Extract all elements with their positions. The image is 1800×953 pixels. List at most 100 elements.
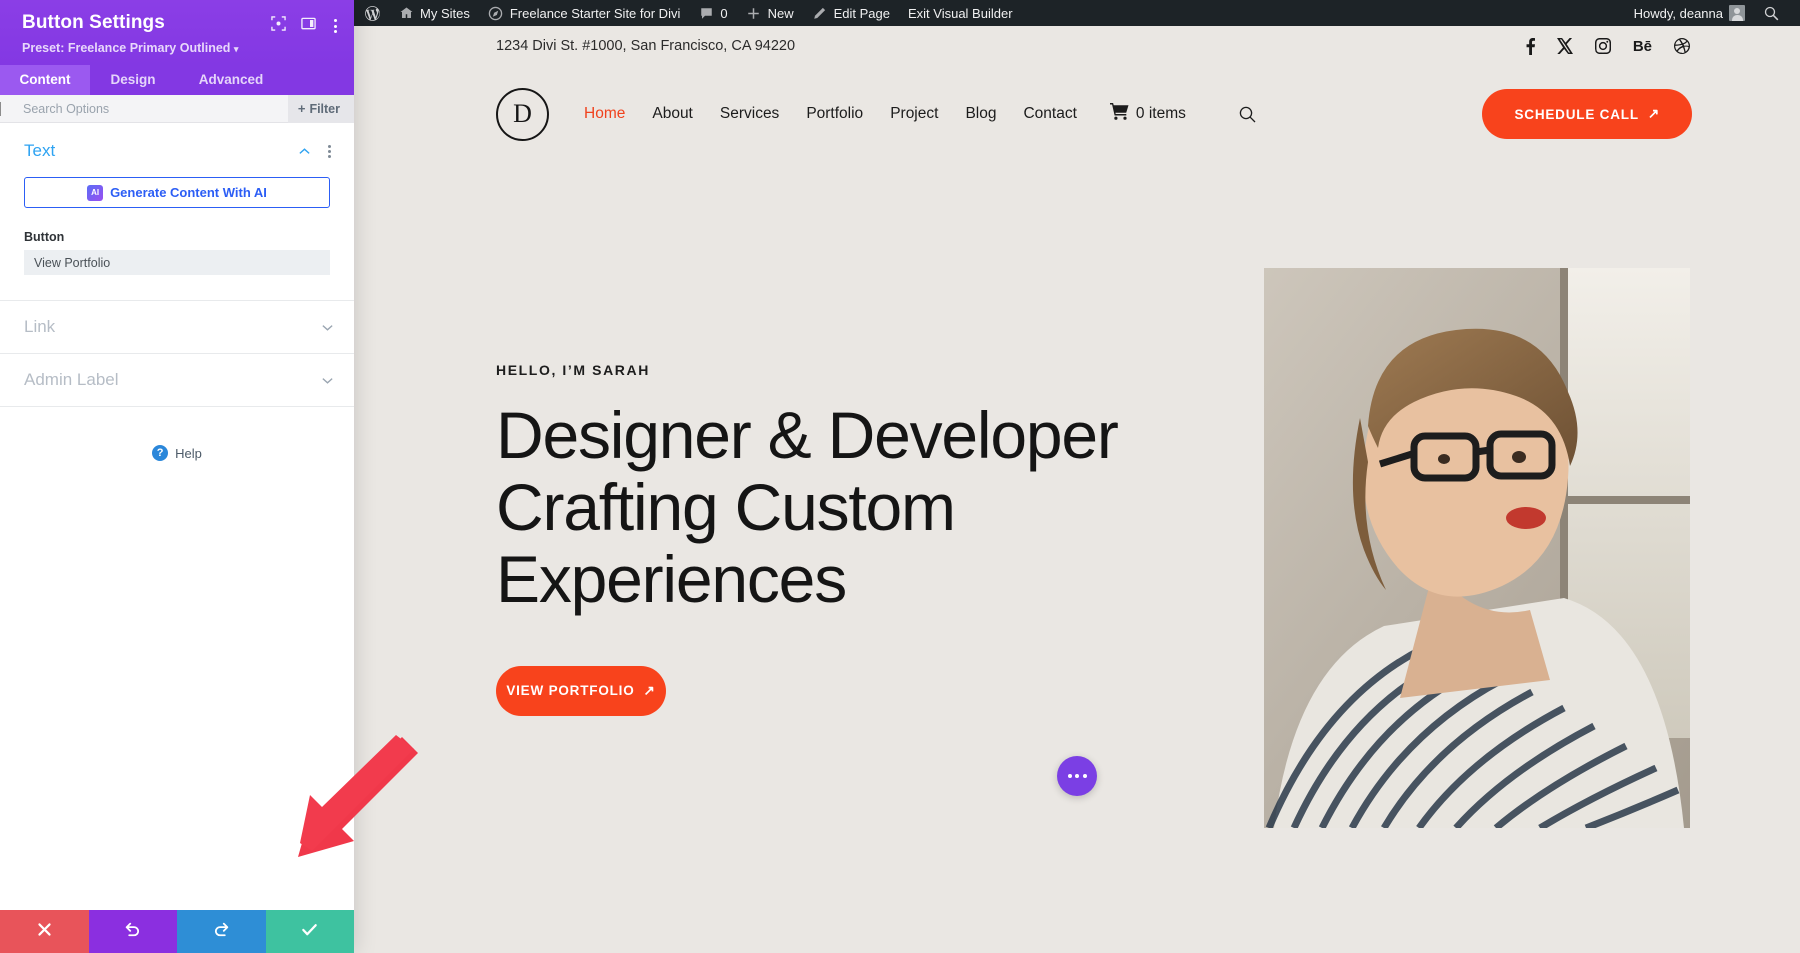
nav-item-contact[interactable]: Contact — [1023, 105, 1076, 123]
comment-icon — [698, 5, 714, 21]
dot — [1075, 774, 1079, 778]
panel-body: Text AI Generate Content With AI Button … — [0, 123, 354, 910]
page-settings-fab[interactable] — [1057, 756, 1097, 796]
comment-count-label: 0 — [720, 5, 728, 21]
new-content-menu[interactable]: New — [737, 0, 803, 26]
panel-more-options-icon[interactable] — [331, 17, 340, 35]
social-links: Bē — [1526, 37, 1690, 55]
wordpress-logo-menu[interactable] — [355, 0, 389, 26]
generate-content-with-ai-button[interactable]: AI Generate Content With AI — [24, 177, 330, 208]
edit-page-link[interactable]: Edit Page — [803, 0, 899, 26]
view-portfolio-button[interactable]: VIEW PORTFOLIO ↗ — [496, 665, 666, 716]
discard-changes-button[interactable] — [0, 910, 89, 953]
my-sites-label: My Sites — [420, 5, 470, 21]
dashboard-icon — [488, 5, 504, 21]
site-search-icon[interactable] — [1239, 106, 1256, 123]
schedule-call-label: SCHEDULE CALL — [1514, 106, 1639, 122]
arrow-up-right-icon: ↗ — [1647, 106, 1660, 121]
panel-footer — [0, 910, 354, 953]
nav-item-home[interactable]: Home — [584, 105, 625, 123]
section-admin-label-header[interactable]: Admin Label — [0, 354, 354, 407]
chevron-up-icon[interactable] — [298, 145, 311, 158]
edit-page-label: Edit Page — [833, 5, 890, 21]
search-row: + Filter — [0, 94, 354, 123]
site-address: 1234 Divi St. #1000, San Francisco, CA 9… — [496, 38, 796, 54]
search-icon — [1763, 5, 1779, 21]
behance-icon[interactable]: Bē — [1633, 38, 1652, 55]
site-logo[interactable]: D — [496, 87, 549, 141]
hero-portrait-image — [1264, 268, 1690, 828]
site-name-menu[interactable]: Freelance Starter Site for Divi — [479, 0, 690, 26]
help-link[interactable]: ? Help — [0, 445, 354, 461]
tab-content[interactable]: Content — [0, 65, 90, 95]
generate-content-label: Generate Content With AI — [110, 185, 267, 200]
panel-title: Button Settings — [22, 12, 165, 33]
instagram-icon[interactable] — [1594, 38, 1611, 54]
question-mark-icon: ? — [152, 445, 169, 461]
dot — [1067, 774, 1072, 778]
admin-bar-right: Howdy, deanna — [1625, 0, 1800, 26]
plus-icon — [746, 5, 762, 21]
filter-label: Filter — [309, 101, 340, 116]
exit-visual-builder-link[interactable]: Exit Visual Builder — [899, 0, 1022, 26]
ai-icon: AI — [87, 184, 104, 201]
new-label: New — [767, 5, 794, 21]
nav-item-services[interactable]: Services — [720, 105, 779, 123]
site-navbar: D Home About Services Portfolio Project … — [354, 66, 1800, 162]
chevron-down-icon[interactable] — [321, 321, 334, 334]
hero-text-column: HELLO, I’M SARAH Designer & Developer Cr… — [496, 232, 1196, 828]
focus-target-icon[interactable] — [271, 16, 286, 36]
my-sites-menu[interactable]: My Sites — [389, 0, 479, 26]
section-text-title: Text — [24, 141, 56, 160]
admin-search-button[interactable] — [1754, 0, 1788, 26]
exit-visual-builder-label: Exit Visual Builder — [907, 5, 1013, 21]
nav-item-portfolio[interactable]: Portfolio — [806, 105, 863, 123]
plus-icon: + — [297, 101, 306, 116]
panel-layout-icon[interactable] — [301, 16, 316, 36]
dribbble-icon[interactable] — [1674, 38, 1690, 54]
avatar — [1729, 5, 1745, 21]
hero-eyebrow: HELLO, I’M SARAH — [496, 362, 650, 378]
redo-button[interactable] — [177, 910, 266, 953]
section-text-header[interactable]: Text — [0, 123, 354, 175]
section-link-header[interactable]: Link — [0, 301, 354, 354]
site-name-label: Freelance Starter Site for Divi — [509, 5, 681, 21]
undo-button[interactable] — [88, 910, 177, 953]
cart-link[interactable]: 0 items — [1109, 103, 1186, 125]
x-twitter-icon[interactable] — [1556, 38, 1573, 54]
nav-item-project[interactable]: Project — [890, 105, 938, 123]
panel-header-actions — [271, 12, 340, 36]
close-icon — [37, 922, 52, 942]
wordpress-icon — [364, 5, 380, 21]
button-text-input[interactable] — [24, 250, 330, 275]
help-label: Help — [175, 445, 202, 461]
nav-item-blog[interactable]: Blog — [965, 105, 996, 123]
tab-design[interactable]: Design — [90, 65, 176, 95]
comments-menu[interactable]: 0 — [689, 0, 736, 26]
schedule-call-button[interactable]: SCHEDULE CALL ↗ — [1482, 89, 1692, 139]
hero-title-line-1: Designer & Developer — [496, 398, 1119, 472]
facebook-icon[interactable] — [1526, 37, 1535, 55]
section-text-more-icon[interactable] — [325, 143, 334, 160]
panel-preset-selector[interactable]: Preset: Freelance Primary Outlined ▾ — [22, 41, 340, 55]
panel-preset-label: Preset: Freelance Primary Outlined — [22, 41, 231, 55]
arrow-up-right-icon: ↗ — [643, 682, 656, 698]
save-button[interactable] — [265, 910, 354, 953]
search-options-input[interactable] — [0, 101, 288, 116]
hero-title: Designer & Developer Crafting Custom Exp… — [496, 398, 1196, 616]
section-link-title: Link — [24, 317, 56, 336]
site-preview: 1234 Divi St. #1000, San Francisco, CA 9… — [354, 26, 1800, 953]
panel-tabs: Content Design Advanced — [0, 65, 354, 95]
account-menu[interactable]: Howdy, deanna — [1625, 0, 1754, 26]
button-settings-panel: Button Settings Preset: Freelance Primar… — [0, 0, 354, 953]
hero-title-line-2: Crafting Custom — [496, 469, 956, 544]
tab-advanced[interactable]: Advanced — [176, 65, 286, 95]
cart-icon — [1109, 103, 1129, 125]
button-field-label: Button — [24, 230, 65, 244]
redo-icon — [213, 921, 230, 943]
site-topbar: 1234 Divi St. #1000, San Francisco, CA 9… — [354, 26, 1800, 66]
filter-button[interactable]: + Filter — [287, 94, 354, 123]
nav-item-about[interactable]: About — [652, 105, 693, 123]
check-icon — [300, 920, 319, 944]
chevron-down-icon[interactable] — [321, 374, 334, 387]
